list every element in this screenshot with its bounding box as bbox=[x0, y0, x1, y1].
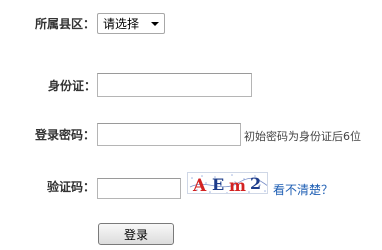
password-hint: 初始密码为身份证后6位 bbox=[244, 130, 361, 143]
captcha-char-1: A bbox=[192, 176, 207, 194]
id-card-input[interactable] bbox=[97, 73, 252, 97]
id-card-label: 身份证： bbox=[48, 79, 97, 93]
captcha-char-2: E bbox=[212, 175, 224, 194]
captcha-char-4: 2 bbox=[250, 174, 261, 193]
captcha-label: 验证码： bbox=[47, 180, 96, 194]
password-label: 登录密码： bbox=[35, 128, 96, 142]
county-label: 所属县区： bbox=[35, 17, 96, 31]
county-select-value: 请选择 bbox=[103, 17, 140, 31]
password-input[interactable] bbox=[97, 123, 241, 146]
captcha-input[interactable] bbox=[97, 178, 181, 199]
county-select[interactable]: 请选择 bbox=[97, 13, 165, 34]
login-button[interactable]: 登录 bbox=[98, 223, 174, 245]
captcha-image[interactable]: A E m 2 bbox=[187, 172, 268, 194]
chevron-down-icon[interactable] bbox=[151, 22, 159, 26]
captcha-graphic: A E m 2 bbox=[188, 173, 267, 194]
captcha-char-3: m bbox=[229, 176, 246, 194]
refresh-captcha-link[interactable]: 看不清楚？ bbox=[273, 183, 333, 197]
